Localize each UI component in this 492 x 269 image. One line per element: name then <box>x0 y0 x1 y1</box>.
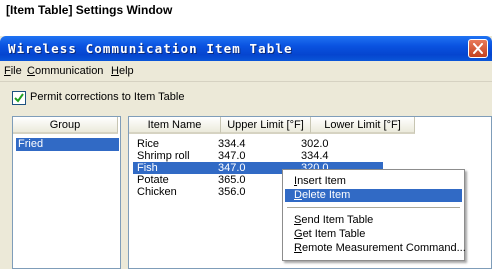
menu-item-send-item-table[interactable]: Send Item Table <box>285 214 462 227</box>
lower-limit-cell: 302.0 <box>301 138 329 150</box>
permit-corrections-label[interactable]: Permit corrections to Item Table <box>30 91 184 103</box>
item-name-cell: Fish <box>137 162 158 174</box>
menu-item-insert-item[interactable]: Insert Item <box>285 175 462 188</box>
item-name-cell: Rice <box>137 138 160 150</box>
item-name-cell: Chicken <box>137 186 177 198</box>
upper-limit-cell: 365.0 <box>218 174 246 186</box>
window-title: Wireless Communication Item Table <box>8 41 293 56</box>
menu-help[interactable]: Help <box>111 65 134 77</box>
title-bar[interactable]: Wireless Communication Item Table <box>0 36 492 61</box>
menu-communication[interactable]: Communication <box>27 65 103 77</box>
close-icon <box>473 43 483 54</box>
close-button[interactable] <box>468 39 488 58</box>
lower-limit-column-header[interactable]: Lower Limit [°F] <box>311 117 415 134</box>
table-row[interactable]: Shrimp roll 347.0 334.4 <box>129 150 379 162</box>
upper-limit-cell: 334.4 <box>218 138 246 150</box>
table-row[interactable]: Rice 334.4 302.0 <box>129 138 379 150</box>
upper-limit-cell: 347.0 <box>218 162 246 174</box>
menu-item-remote-measurement-command[interactable]: Remote Measurement Command... <box>285 242 466 255</box>
menu-separator <box>287 207 460 208</box>
menu-bar: File Communication Help <box>0 61 492 82</box>
menu-item-delete-item[interactable]: Delete Item <box>285 189 462 202</box>
item-name-column-header[interactable]: Item Name <box>129 117 221 134</box>
menu-item-get-item-table[interactable]: Get Item Table <box>285 228 462 241</box>
upper-limit-column-header[interactable]: Upper Limit [°F] <box>221 117 311 134</box>
item-name-cell: Potate <box>137 174 169 186</box>
group-list[interactable]: Group Fried <box>12 116 121 269</box>
group-column-header[interactable]: Group <box>13 117 118 134</box>
group-item-fried[interactable]: Fried <box>16 138 119 151</box>
context-menu: Insert Item Delete Item Send Item Table … <box>282 169 466 261</box>
upper-limit-cell: 347.0 <box>218 150 246 162</box>
menu-file[interactable]: File <box>4 65 22 77</box>
lower-limit-cell: 334.4 <box>301 150 329 162</box>
upper-limit-cell: 356.0 <box>218 186 246 198</box>
permit-corrections-checkbox[interactable] <box>12 91 26 105</box>
item-table-window: Wireless Communication Item Table File C… <box>0 36 492 269</box>
item-name-cell: Shrimp roll <box>137 150 190 162</box>
checkmark-icon <box>14 93 24 103</box>
page-caption: [Item Table] Settings Window <box>6 3 173 17</box>
